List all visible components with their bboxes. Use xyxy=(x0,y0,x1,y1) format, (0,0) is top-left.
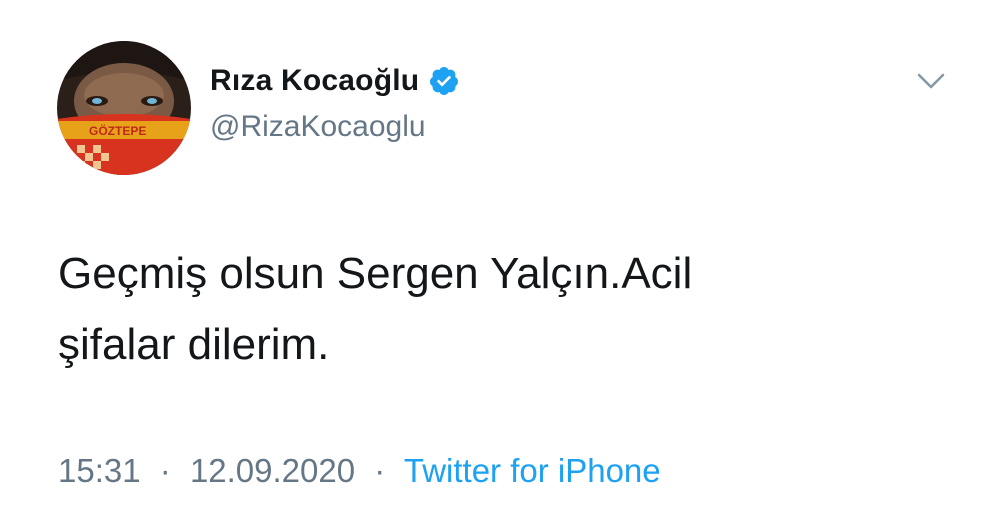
meta-separator: · xyxy=(374,452,386,489)
author-name-row[interactable]: Rıza Kocaoğlu xyxy=(210,64,460,98)
chevron-down-icon[interactable] xyxy=(916,70,946,92)
display-name[interactable]: Rıza Kocaoğlu xyxy=(210,64,419,98)
tweet-text-line: şifalar dilerim. xyxy=(58,320,330,369)
avatar-image: GÖZTEPE xyxy=(57,41,191,175)
tweet-card: GÖZTEPE Rıza Kocaoğlu @RizaKocaoglu Geçm… xyxy=(0,0,1000,516)
author-handle[interactable]: @RizaKocaoglu xyxy=(210,110,460,144)
tweet-source-link[interactable]: Twitter for iPhone xyxy=(404,452,661,489)
tweet-time[interactable]: 15:31 xyxy=(58,452,141,489)
author-info: Rıza Kocaoğlu @RizaKocaoglu xyxy=(210,64,460,144)
meta-separator: · xyxy=(159,452,171,489)
avatar[interactable]: GÖZTEPE xyxy=(57,41,191,175)
tweet-text: Geçmiş olsun Sergen Yalçın.Acil şifalar … xyxy=(58,238,938,380)
tweet-meta: 15:31 · 12.09.2020 · Twitter for iPhone xyxy=(58,452,661,490)
avatar-scarf-text: GÖZTEPE xyxy=(89,123,146,138)
tweet-text-line: Geçmiş olsun Sergen Yalçın.Acil xyxy=(58,249,693,298)
tweet-date[interactable]: 12.09.2020 xyxy=(190,452,355,489)
verified-badge-icon xyxy=(428,65,460,97)
